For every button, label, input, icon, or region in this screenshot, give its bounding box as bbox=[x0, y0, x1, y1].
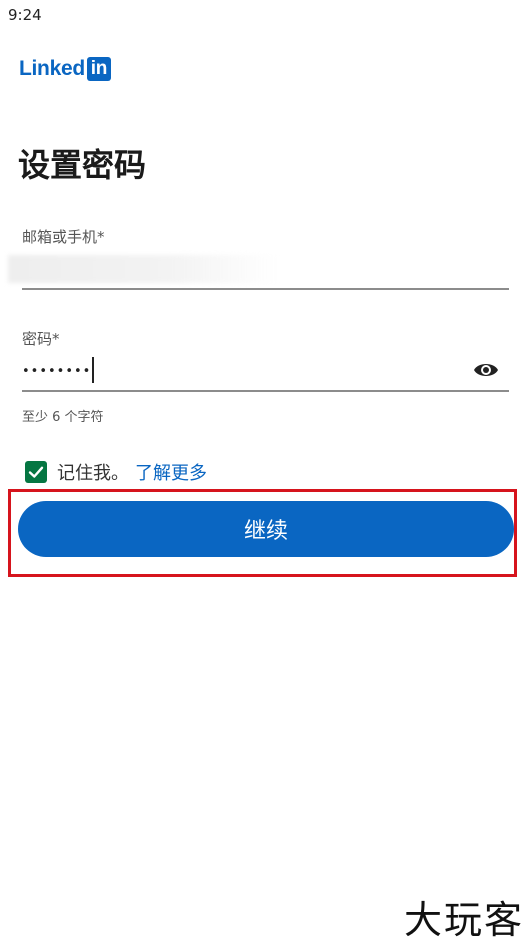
password-label: 密码* bbox=[22, 330, 60, 348]
linkedin-logo: Linked in bbox=[19, 57, 111, 81]
remember-checkbox[interactable] bbox=[25, 461, 47, 483]
email-label: 邮箱或手机* bbox=[22, 228, 105, 246]
password-row bbox=[22, 352, 509, 392]
check-icon bbox=[28, 466, 44, 478]
status-bar-time: 9:24 bbox=[8, 6, 42, 24]
remember-label: 记住我。 bbox=[57, 463, 129, 484]
watermark: 大玩客 bbox=[403, 898, 524, 942]
continue-button[interactable]: 继续 bbox=[18, 501, 514, 557]
password-field[interactable] bbox=[22, 356, 94, 386]
logo-box: in bbox=[86, 57, 111, 81]
password-hint: 至少 6 个字符 bbox=[22, 410, 104, 425]
eye-icon[interactable] bbox=[473, 360, 499, 380]
remember-row: 记住我。 了解更多 bbox=[25, 459, 207, 485]
logo-text: Linked bbox=[19, 57, 85, 80]
learn-more-link[interactable]: 了解更多 bbox=[135, 459, 207, 485]
page-title: 设置密码 bbox=[18, 146, 147, 184]
text-caret bbox=[92, 357, 94, 383]
email-field[interactable] bbox=[22, 250, 509, 290]
